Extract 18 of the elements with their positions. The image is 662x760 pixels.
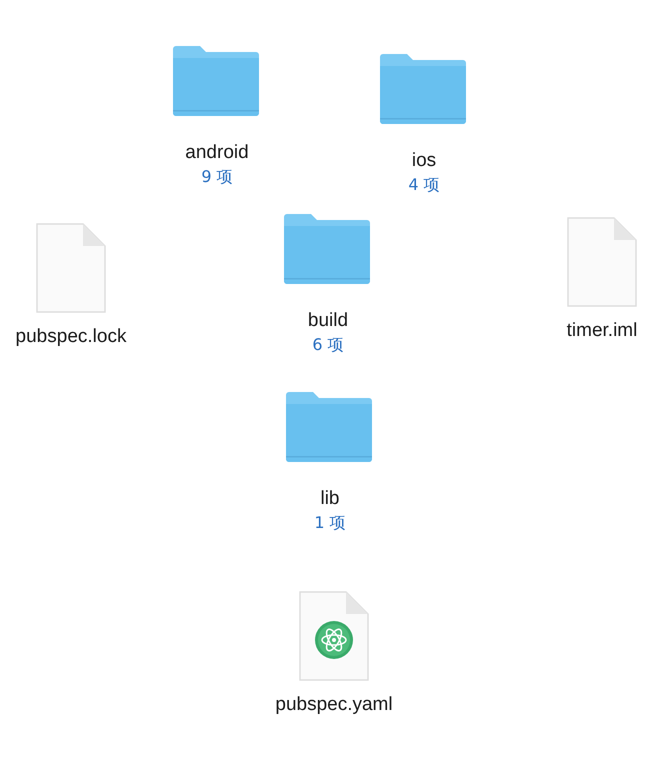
item-count: 6 项: [312, 335, 344, 355]
file-name[interactable]: build: [308, 310, 348, 332]
file-name[interactable]: lib: [320, 488, 340, 510]
item-count: 4 项: [408, 175, 440, 195]
folder-icon: [172, 44, 262, 118]
document-icon: [35, 222, 107, 314]
file-name[interactable]: android: [185, 142, 249, 164]
item-count: 9 项: [201, 167, 233, 187]
document-icon: [566, 216, 638, 308]
file-name[interactable]: ios: [412, 150, 436, 172]
file-name[interactable]: pubspec.yaml: [275, 694, 393, 716]
folder-icon: [379, 52, 469, 126]
item-count: 1 项: [314, 513, 346, 533]
folder-icon: [285, 390, 375, 464]
folder-icon: [283, 212, 373, 286]
file-name[interactable]: timer.iml: [566, 320, 638, 342]
document-atom-icon: [298, 590, 370, 682]
file-name[interactable]: pubspec.lock: [16, 326, 126, 348]
